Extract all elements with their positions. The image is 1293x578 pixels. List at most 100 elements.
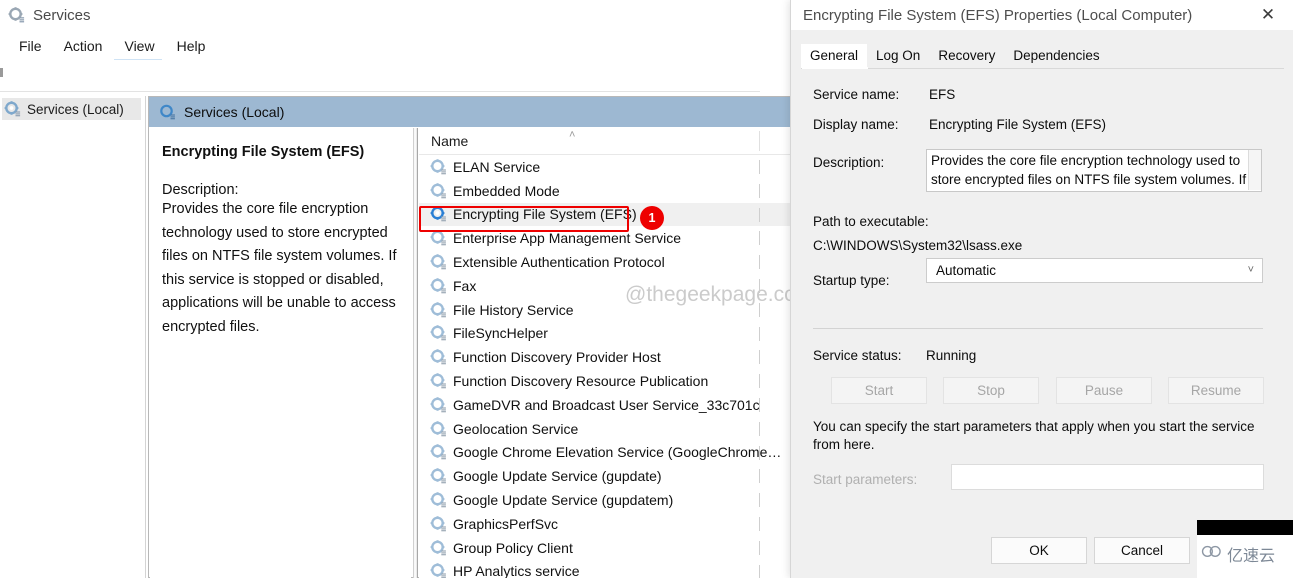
watermark-logo: 亿速云	[1197, 520, 1293, 578]
sidebar-item-services-local[interactable]: Services (Local)	[2, 98, 141, 120]
services-gear-icon	[159, 104, 176, 120]
window-title: Services	[33, 6, 91, 24]
description-scrollbar[interactable]	[1248, 150, 1261, 190]
row-cell-divider	[759, 183, 760, 198]
service-status-label: Service status:	[813, 348, 902, 363]
service-name-cell: Function Discovery Provider Host	[453, 349, 661, 366]
active-tab-mask	[802, 67, 868, 69]
detail-description-label: Description:	[162, 182, 239, 198]
dialog-tabstrip: General Log On Recovery Dependencies	[801, 42, 1109, 68]
row-cell-divider	[759, 397, 760, 412]
services-gear-icon	[430, 539, 447, 556]
pause-button[interactable]: Pause	[1056, 377, 1152, 404]
dialog-titlebar: Encrypting File System (EFS) Properties …	[791, 0, 1293, 30]
toolbar	[0, 60, 760, 92]
services-gear-icon	[430, 159, 447, 175]
tab-dependencies[interactable]: Dependencies	[1004, 44, 1109, 68]
service-name-cell: Google Chrome Elevation Service (GoogleC…	[453, 444, 782, 461]
service-name-value: EFS	[929, 87, 956, 102]
service-name-label: Service name:	[813, 87, 900, 102]
stop-button[interactable]: Stop	[943, 377, 1039, 404]
detail-description-body: Provides the core file encryption techno…	[162, 201, 397, 335]
watermark-logo-text: 亿速云	[1227, 548, 1276, 565]
service-name-cell: Google Update Service (gupdate)	[453, 468, 662, 485]
service-detail-panel: Encrypting File System (EFS) Description…	[150, 128, 411, 578]
menu-action[interactable]: Action	[53, 35, 114, 57]
services-gear-icon	[430, 349, 447, 365]
service-name-cell: Enterprise App Management Service	[453, 230, 682, 247]
service-name-cell: Function Discovery Resource Publication	[453, 373, 709, 390]
column-separator[interactable]	[759, 131, 760, 151]
service-name-cell: Embedded Mode	[453, 182, 560, 199]
column-header-name[interactable]: Name	[431, 133, 468, 149]
cancel-button[interactable]: Cancel	[1094, 537, 1190, 564]
services-gear-icon	[430, 373, 447, 389]
tree-pane: Services (Local)	[0, 96, 146, 578]
service-name-cell: Group Policy Client	[453, 539, 573, 556]
sidebar-item-label: Services (Local)	[27, 101, 124, 117]
services-gear-icon	[430, 563, 447, 578]
ok-button[interactable]: OK	[991, 537, 1087, 564]
row-cell-divider	[759, 326, 760, 341]
row-cell-divider	[759, 469, 760, 484]
services-gear-icon	[430, 325, 447, 341]
service-name-cell: Google Update Service (gupdatem)	[453, 492, 674, 509]
service-name-cell: Encrypting File System (EFS)	[453, 206, 637, 223]
service-name-cell: Fax	[453, 277, 477, 294]
menu-file[interactable]: File	[8, 35, 53, 57]
sort-ascending-icon: ˄	[569, 129, 576, 141]
start-params-hint: You can specify the start parameters tha…	[813, 419, 1255, 452]
watermark-text: @thegeekpage.com	[625, 283, 814, 306]
tabstrip-underline	[801, 68, 1284, 69]
display-name-value: Encrypting File System (EFS)	[929, 117, 1107, 132]
display-name-label: Display name:	[813, 117, 899, 132]
resume-button[interactable]: Resume	[1168, 377, 1264, 404]
services-gear-icon	[430, 397, 447, 413]
row-cell-divider	[759, 421, 760, 436]
description-textbox-value: Provides the core file encryption techno…	[926, 149, 1262, 192]
services-gear-icon	[430, 230, 447, 246]
tab-log-on[interactable]: Log On	[867, 44, 930, 68]
description-textbox[interactable]: Provides the core file encryption techno…	[926, 149, 1262, 192]
service-name-cell: File History Service	[453, 301, 574, 318]
chevron-down-icon: ˅	[1247, 264, 1254, 276]
services-gear-icon	[430, 492, 447, 508]
start-parameters-input[interactable]	[951, 464, 1264, 490]
startup-type-select[interactable]: Automatic ˅	[926, 258, 1263, 283]
services-gear-icon	[4, 101, 21, 117]
tab-recovery[interactable]: Recovery	[929, 44, 1005, 68]
pane-header-label: Services (Local)	[184, 104, 285, 120]
section-divider	[813, 328, 1263, 329]
path-label: Path to executable:	[813, 214, 929, 229]
service-name-cell: FileSyncHelper	[453, 325, 548, 342]
dialog-title: Encrypting File System (EFS) Properties …	[803, 6, 1193, 24]
start-parameters-label: Start parameters:	[813, 472, 918, 487]
row-cell-divider	[759, 374, 760, 389]
services-gear-icon	[430, 206, 447, 222]
row-cell-divider	[759, 516, 760, 531]
menu-view[interactable]: View	[113, 35, 165, 57]
startup-type-value: Automatic	[936, 263, 997, 278]
services-gear-icon	[430, 301, 447, 318]
step-badge-1: 1	[641, 207, 663, 229]
service-name-cell: Extensible Authentication Protocol	[453, 254, 665, 271]
services-gear-icon	[430, 516, 447, 532]
services-gear-icon	[430, 254, 447, 270]
cloud-icon	[1201, 545, 1221, 558]
services-gear-icon	[8, 7, 25, 23]
close-icon[interactable]: ✕	[1251, 0, 1285, 30]
service-name-cell: HP Analytics service	[453, 563, 580, 578]
toolbar-handle-icon[interactable]	[0, 68, 3, 77]
services-gear-icon	[430, 182, 447, 199]
menu-help[interactable]: Help	[166, 35, 217, 57]
dialog-body: General Log On Recovery Dependencies Ser…	[791, 30, 1293, 578]
tab-general[interactable]: General	[801, 44, 868, 68]
row-cell-divider	[759, 564, 760, 578]
pane-splitter[interactable]	[413, 128, 418, 578]
dialog-description-label: Description:	[813, 155, 885, 170]
service-name-cell: GraphicsPerfSvc	[453, 515, 559, 532]
watermark-logo-bar	[1197, 520, 1293, 535]
start-button[interactable]: Start	[831, 377, 927, 404]
detail-title: Encrypting File System (EFS)	[162, 144, 365, 160]
row-cell-divider	[759, 445, 760, 460]
